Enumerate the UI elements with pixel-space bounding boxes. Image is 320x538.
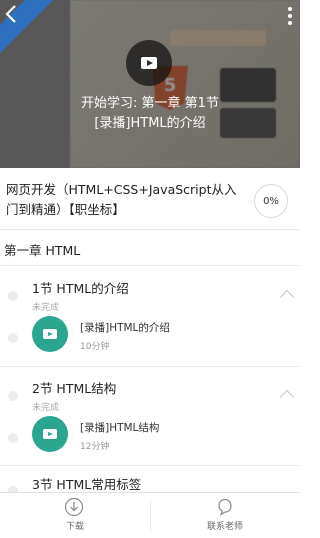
contact-teacher-button[interactable]: 联系老师 [150,493,300,538]
section-title: 2节 HTML结构 [32,381,117,396]
lesson-status-dot [8,333,18,343]
section-item[interactable]: 1节 HTML的介绍 未完成 [录播]HTML的介绍 10分钟 [0,266,300,366]
chevron-up-icon[interactable] [279,389,295,405]
section-title: 3节 HTML常用标签 [32,477,142,492]
chapter-title: 第一章 HTML [4,243,81,258]
download-button[interactable]: 下载 [0,493,150,538]
more-vertical-icon[interactable] [284,2,296,30]
progress-indicator: 0% [254,184,288,218]
back-arrow-icon[interactable] [4,4,24,26]
chevron-up-icon[interactable] [279,289,295,305]
course-title: 网页开发（HTML+CSS+JavaScript从入门到精通）【职坐标】 [6,182,237,217]
contact-teacher-icon [218,498,232,516]
play-icon [43,329,57,339]
current-lesson-text: [录播]HTML的介绍 [94,116,206,131]
section-status-dot [8,291,18,301]
lesson-title[interactable]: [录播]HTML的介绍 [80,320,170,335]
course-info: 网页开发（HTML+CSS+JavaScript从入门到精通）【职坐标】 0% [0,168,300,230]
play-icon [43,429,57,439]
chapter-header: 第一章 HTML [0,230,300,266]
section-item[interactable]: 3节 HTML常用标签 [0,466,300,492]
download-label: 下载 [65,522,84,532]
section-status: 未完成 [32,403,60,413]
lesson-duration: 12分钟 [80,442,110,452]
play-button[interactable] [126,40,172,86]
lesson-status-dot [8,433,18,443]
section-status: 未完成 [32,303,60,313]
lesson-title[interactable]: [录播]HTML结构 [80,420,159,435]
contact-teacher-label: 联系老师 [206,522,243,532]
lesson-play-button[interactable] [32,316,68,352]
lesson-play-button[interactable] [32,416,68,452]
lesson-duration: 10分钟 [80,342,110,352]
play-icon [141,57,157,69]
section-title: 1节 HTML的介绍 [32,281,129,296]
bottom-toolbar: 下载 联系老师 [0,492,300,538]
section-item[interactable]: 2节 HTML结构 未完成 [录播]HTML结构 12分钟 [0,367,300,465]
start-learning-text: 开始学习: 第一章 第1节 [81,96,219,111]
download-icon [64,497,84,517]
section-status-dot [8,391,18,401]
video-player[interactable]: 5 开始学习: 第一章 第1节 [录播]HTML的介绍 [0,0,300,168]
